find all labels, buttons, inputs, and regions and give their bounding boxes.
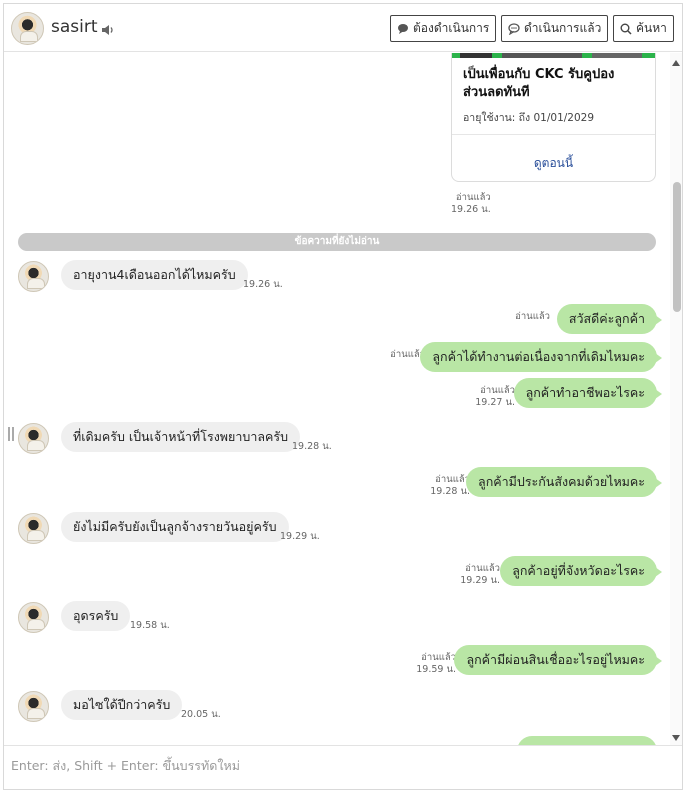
coupon-card: เป็นเพื่อนกับ CKC รับคูปองส่วนลดทันที อา… xyxy=(451,53,656,182)
outgoing-message[interactable]: ลูกค้ามีผ่อนสินเชื่ออะไรอยู่ไหมคะ xyxy=(454,645,662,675)
read-receipt: อ่านแล้ว xyxy=(480,385,515,396)
coupon-view-link[interactable]: ดูตอนนี้ xyxy=(452,154,655,173)
read-receipt: อ่านแล้ว xyxy=(455,192,491,203)
avatar[interactable] xyxy=(18,602,49,633)
message-time: 19.27 น. xyxy=(475,397,515,408)
chat-bubble-icon xyxy=(398,23,408,34)
avatar[interactable] xyxy=(18,261,49,292)
message-meta: อ่านแล้ว 19.29 น. xyxy=(460,563,500,587)
scroll-up-icon[interactable] xyxy=(672,60,680,66)
message-time: 19.58 น. xyxy=(130,620,170,631)
scroll-down-icon[interactable] xyxy=(672,735,680,741)
scrollbar[interactable] xyxy=(670,53,682,745)
unread-divider: ข้อความที่ยังไม่อ่าน xyxy=(18,233,656,251)
search-button-label: ค้นหา xyxy=(636,21,667,35)
todo-button-label: ต้องดำเนินการ xyxy=(413,21,490,35)
outgoing-message[interactable]: ลูกค้ามีประกันสังคมด้วยไหมคะ xyxy=(466,467,662,497)
message-time: 19.28 น. xyxy=(292,441,332,452)
message-meta: อ่านแล้ว 19.26 น. xyxy=(451,192,491,216)
avatar[interactable] xyxy=(18,513,49,544)
outgoing-message[interactable]: สวัสดีค่ะลูกค้า xyxy=(556,304,663,334)
drag-handle-icon[interactable] xyxy=(8,427,14,441)
message-meta: อ่านแล้ว 19.59 น. xyxy=(416,652,456,676)
incoming-message[interactable]: อุดรครับ xyxy=(61,601,131,631)
scrollbar-thumb[interactable] xyxy=(673,182,681,312)
message-list[interactable]: เป็นเพื่อนกับ CKC รับคูปองส่วนลดทันที อา… xyxy=(4,53,682,745)
message-time: 19.28 น. xyxy=(430,486,470,497)
coupon-image xyxy=(452,53,655,58)
outgoing-message[interactable]: ลูกค้าทำอาชีพอะไรคะ xyxy=(513,378,663,408)
read-receipt: อ่านแล้ว xyxy=(465,563,500,574)
todo-button[interactable]: ต้องดำเนินการ xyxy=(390,15,497,42)
message-time: 19.29 น. xyxy=(460,575,500,586)
message-meta: อ่านแล้ว 19.27 น. xyxy=(475,385,515,409)
coupon-expiry: อายุใช้งาน: ถึง 01/01/2029 xyxy=(463,112,595,124)
chat-header: sasirt ต้องดำเนินการ ดำเนินการแล้ว ค้นหา xyxy=(4,4,682,52)
chat-bubble-icon xyxy=(508,22,520,35)
chat-window: sasirt ต้องดำเนินการ ดำเนินการแล้ว ค้นหา… xyxy=(3,3,683,790)
read-receipt: อ่านแล้ว xyxy=(515,311,550,322)
search-icon xyxy=(620,23,632,35)
avatar[interactable] xyxy=(18,691,49,722)
outgoing-message[interactable]: ลูกค้าอยู่ที่จังหวัดอะไรคะ xyxy=(500,556,662,586)
done-button[interactable]: ดำเนินการแล้ว xyxy=(501,15,609,42)
message-time: 19.26 น. xyxy=(243,279,283,290)
divider xyxy=(452,134,655,135)
message-time: 20.05 น. xyxy=(181,709,221,720)
message-time: 19.59 น. xyxy=(416,664,456,675)
done-button-label: ดำเนินการแล้ว xyxy=(524,21,602,35)
avatar[interactable] xyxy=(11,12,44,45)
read-receipt: อ่านแล้ว xyxy=(421,652,456,663)
incoming-message[interactable]: ที่เดิมครับ เป็นเจ้าหน้าที่โรงพยาบาลครับ xyxy=(61,422,301,452)
message-composer xyxy=(4,745,682,789)
read-receipt: อ่านแล้ว xyxy=(435,474,470,485)
avatar[interactable] xyxy=(18,423,49,454)
coupon-title: เป็นเพื่อนกับ CKC รับคูปองส่วนลดทันที xyxy=(463,67,615,100)
message-time: 19.26 น. xyxy=(451,204,491,215)
incoming-message[interactable]: ยังไม่มีครับยังเป็นลูกจ้างรายวันอยู่ครับ xyxy=(61,512,289,542)
speaker-icon[interactable] xyxy=(101,21,115,35)
message-meta: อ่านแล้ว 19.28 น. xyxy=(430,474,470,498)
message-input[interactable] xyxy=(4,746,682,789)
contact-name[interactable]: sasirt xyxy=(51,17,98,37)
message-time: 19.29 น. xyxy=(280,531,320,542)
incoming-message[interactable]: มอไซใด้ปีกว่าครับ xyxy=(61,690,183,720)
outgoing-message[interactable]: ลูกค้าได้ทำงานต่อเนื่องจากที่เดิมไหมคะ xyxy=(420,342,662,372)
outgoing-message[interactable] xyxy=(517,736,657,745)
search-button[interactable]: ค้นหา xyxy=(613,15,674,42)
incoming-message[interactable]: อายุงาน4เดือนออกได้ไหมครับ xyxy=(61,260,248,290)
